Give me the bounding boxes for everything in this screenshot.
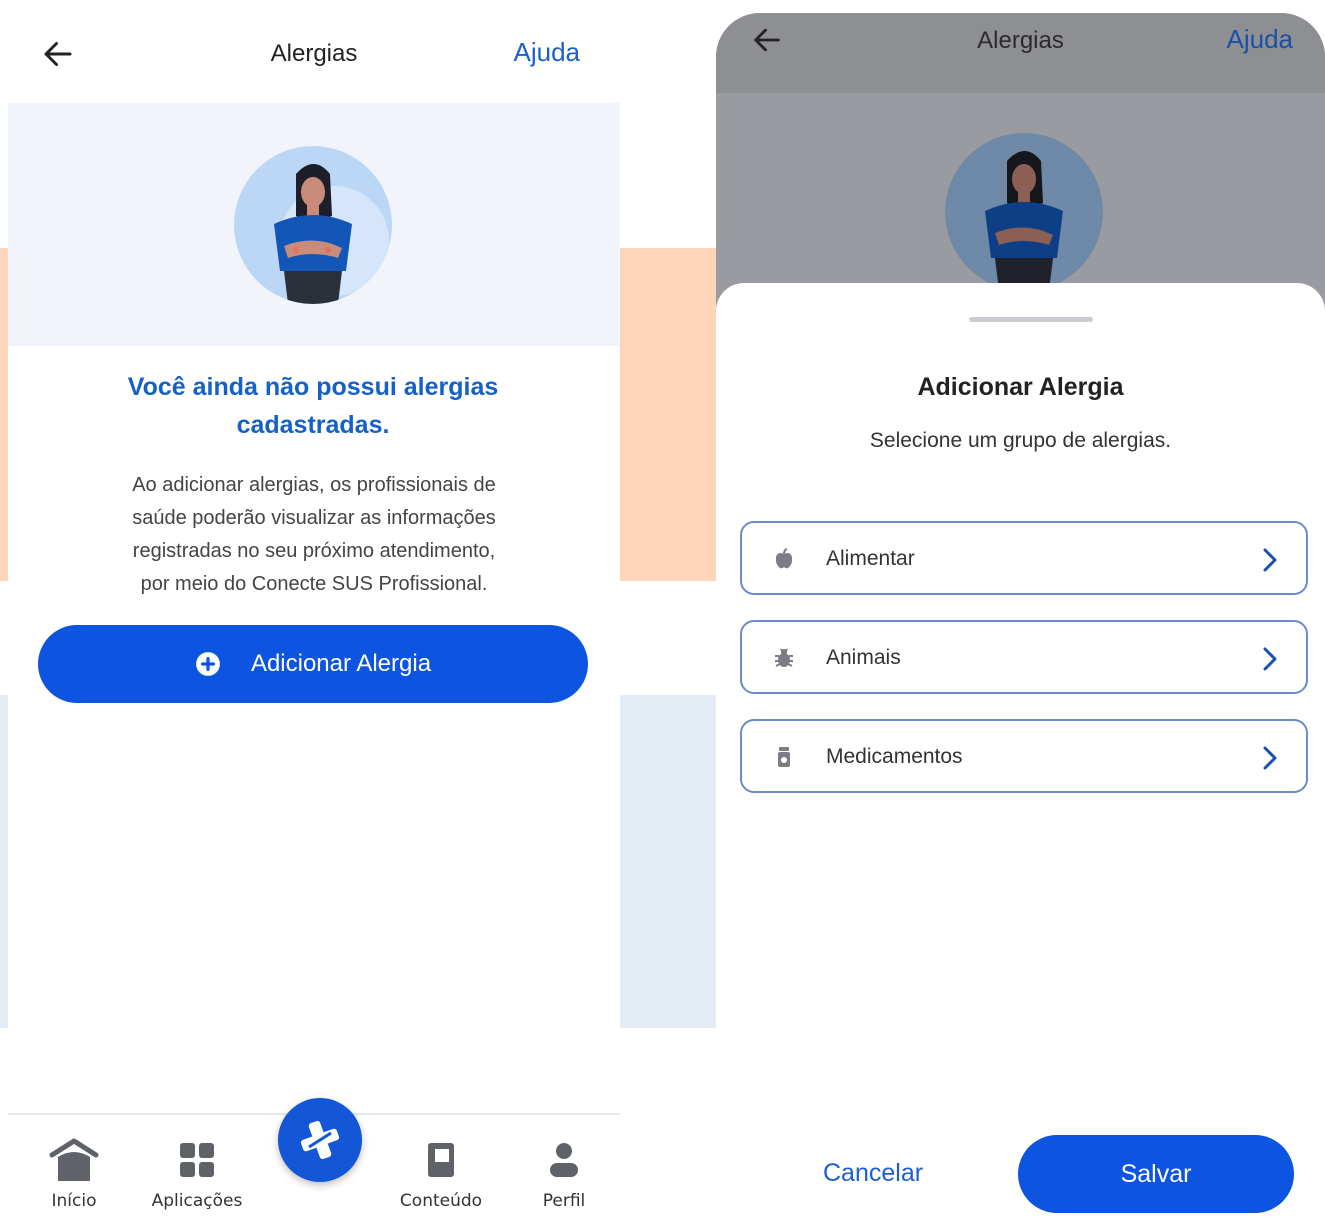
woman-illustration (945, 133, 1103, 291)
option-label: Alimentar (826, 547, 915, 570)
help-link: Ajuda (1226, 24, 1294, 54)
empty-title-line: Você ainda não possui alergias (127, 373, 499, 401)
tab-aplicacoes[interactable]: Aplicações (142, 1137, 252, 1211)
plus-circle-icon (196, 652, 220, 676)
desc-line: saúde poderão visualizar as informações (132, 507, 496, 529)
tab-inicio[interactable]: Início (19, 1137, 129, 1211)
apple-icon (775, 548, 793, 569)
bg-peach-right (620, 248, 716, 581)
pill-bottle-icon (778, 747, 790, 767)
allergies-screen: Alergias Ajuda Você ainda não possui ale… (8, 0, 620, 1223)
hero-illustration-dimmed (716, 93, 1325, 313)
option-medicamentos[interactable]: Medicamentos (740, 719, 1308, 793)
add-allergy-modal-screen: Alergias Ajuda Adicionar Alergia Selecio… (716, 13, 1325, 1223)
empty-title-line: cadastradas. (236, 411, 390, 439)
bg-peach-left (0, 248, 8, 581)
health-cross-icon (300, 1120, 340, 1160)
desc-line: Ao adicionar alergias, os profissionais … (132, 474, 496, 496)
cancel-button[interactable]: Cancelar (823, 1159, 923, 1188)
bg-blue-left (0, 695, 8, 1028)
desc-line: registradas no seu próximo atendimento, (132, 540, 496, 562)
help-link[interactable]: Ajuda (514, 37, 581, 68)
chevron-right-icon (1263, 746, 1277, 770)
option-animais[interactable]: Animais (740, 620, 1308, 694)
person-icon (550, 1143, 578, 1177)
chevron-right-icon (1263, 647, 1277, 671)
hero-illustration-area (8, 103, 620, 346)
bottom-sheet: Adicionar Alergia Selecione um grupo de … (716, 283, 1325, 1223)
woman-illustration (234, 146, 392, 304)
option-label: Medicamentos (826, 745, 963, 768)
bug-icon (775, 648, 793, 667)
health-fab-button[interactable] (278, 1098, 362, 1182)
chevron-right-icon (1263, 548, 1277, 572)
app-header-dimmed: Alergias Ajuda (716, 13, 1325, 93)
tab-label: Perfil (542, 1191, 586, 1211)
tab-perfil[interactable]: Perfil (509, 1137, 619, 1211)
empty-state-description: Ao adicionar alergias, os profissionais … (70, 469, 558, 601)
canvas: Alergias Ajuda Você ainda não possui ale… (0, 0, 1325, 1223)
add-allergy-label: Adicionar Alergia (250, 650, 432, 677)
bg-blue-right (620, 695, 716, 1028)
empty-state-title: Você ainda não possui alergias cadastrad… (68, 368, 558, 444)
tab-label: Conteúdo (399, 1191, 483, 1211)
option-alimentar[interactable]: Alimentar (740, 521, 1308, 595)
sheet-subtitle: Selecione um grupo de alergias. (869, 429, 1172, 452)
save-button[interactable]: Salvar (1018, 1135, 1294, 1213)
option-label: Animais (826, 646, 901, 669)
app-header: Alergias Ajuda (8, 0, 620, 103)
grid-icon (180, 1143, 214, 1177)
add-allergy-button[interactable]: Adicionar Alergia (38, 625, 588, 703)
tab-conteudo[interactable]: Conteúdo (386, 1137, 496, 1211)
sheet-title: Adicionar Alergia (917, 373, 1124, 401)
desc-line: por meio do Conecte SUS Profissional. (140, 573, 488, 595)
tab-label: Início (51, 1191, 97, 1211)
book-icon (428, 1143, 454, 1177)
tab-label: Aplicações (151, 1191, 243, 1211)
home-icon (49, 1138, 99, 1181)
sheet-drag-handle[interactable] (969, 317, 1093, 322)
